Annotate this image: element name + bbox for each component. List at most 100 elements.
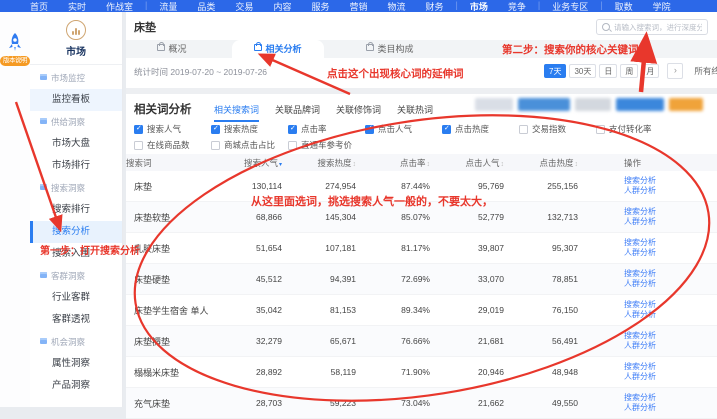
search-analysis-link[interactable]: 搜索分析 — [624, 269, 717, 279]
sort-icon[interactable]: ↕ — [353, 161, 357, 168]
word-type-tab[interactable]: 关联修饰词 — [336, 103, 381, 122]
period-button[interactable]: 7天 — [544, 64, 566, 78]
nav-item[interactable]: 内容 — [263, 0, 301, 12]
sidebar-item[interactable]: 供给洞察 — [30, 111, 122, 133]
nav-item[interactable]: 学院 — [643, 0, 681, 12]
page-tab[interactable]: 类目构成 — [346, 40, 434, 58]
period-button[interactable]: 月 — [641, 64, 659, 78]
column-header[interactable]: 点击热度↕ — [534, 157, 608, 169]
sidebar-item[interactable]: 市场大盘 — [30, 133, 122, 155]
nav-item[interactable]: 取数 — [605, 0, 643, 12]
column-header[interactable]: 操作 — [608, 157, 717, 169]
nav-item[interactable]: 实时 — [58, 0, 96, 12]
search-analysis-link[interactable]: 搜索分析 — [624, 362, 717, 372]
nav-item[interactable]: 首页 — [20, 0, 58, 12]
redacted-button[interactable] — [669, 98, 703, 111]
crowd-analysis-link[interactable]: 人群分析 — [624, 248, 717, 258]
crowd-analysis-link[interactable]: 人群分析 — [624, 341, 717, 351]
search-popularity-value: 32,279 — [238, 336, 312, 346]
sort-icon[interactable]: ↕ — [575, 161, 579, 168]
sidebar-item[interactable]: 市场排行 — [30, 155, 122, 177]
nav-item[interactable]: 交易 — [225, 0, 263, 12]
nav-item[interactable]: 市场 — [460, 0, 498, 12]
sidebar-item[interactable]: 市场监控 — [30, 67, 122, 89]
redacted-button[interactable] — [575, 98, 611, 111]
sidebar-item[interactable]: 行业客群 — [30, 287, 122, 309]
column-header[interactable]: 搜索人气▾ — [238, 157, 312, 169]
rocket-icon[interactable] — [5, 32, 25, 54]
metric-checkbox[interactable]: 点击率 — [288, 123, 365, 135]
search-word[interactable]: 乳胶床垫 — [126, 242, 238, 255]
nav-item[interactable]: 竞争 — [498, 0, 536, 12]
metric-checkbox[interactable]: 搜索人气 — [134, 123, 211, 135]
nav-item[interactable]: 物流 — [377, 0, 415, 12]
metric-checkbox[interactable]: 点击热度 — [442, 123, 519, 135]
period-button[interactable]: 30天 — [569, 64, 596, 78]
search-analysis-link[interactable]: 搜索分析 — [624, 300, 717, 310]
crowd-analysis-link[interactable]: 人群分析 — [624, 217, 717, 227]
sidebar-item[interactable]: 产品洞察 — [30, 375, 122, 397]
nav-item[interactable]: 营销 — [339, 0, 377, 12]
crowd-analysis-link[interactable]: 人群分析 — [624, 186, 717, 196]
metric-checkbox[interactable]: 支付转化率 — [596, 123, 673, 135]
nav-item[interactable]: 服务 — [301, 0, 339, 12]
search-word[interactable]: 榻榻米床垫 — [126, 366, 238, 379]
column-header[interactable]: 搜索热度↕ — [312, 157, 386, 169]
sidebar-item[interactable]: 搜索洞察 — [30, 177, 122, 199]
page-tab[interactable]: 相关分析 — [232, 40, 324, 58]
nav-item[interactable]: 品类 — [187, 0, 225, 12]
search-word[interactable]: 床垫 — [126, 180, 238, 193]
sidebar-item[interactable]: 客群洞察 — [30, 265, 122, 287]
version-badge[interactable]: 版本说明 — [0, 56, 30, 66]
metric-checkbox[interactable]: 在线商品数 — [134, 139, 211, 151]
sidebar-item[interactable]: 客群透视 — [30, 309, 122, 331]
nav-item[interactable]: 财务 — [416, 0, 454, 12]
search-analysis-link[interactable]: 搜索分析 — [624, 176, 717, 186]
search-input[interactable]: 请输入搜索词，进行深度分析 — [596, 19, 708, 35]
word-type-tab[interactable]: 关联品牌词 — [275, 103, 320, 122]
sidebar-item[interactable]: 机会洞察 — [30, 331, 122, 353]
period-button[interactable]: 日 — [599, 64, 617, 78]
search-word[interactable]: 充气床垫 — [126, 397, 238, 410]
word-type-tab[interactable]: 相关搜索词 — [214, 103, 259, 122]
metric-checkbox[interactable]: 点击人气 — [365, 123, 442, 135]
period-button[interactable]: 周 — [620, 64, 638, 78]
sort-icon[interactable]: ↕ — [427, 161, 431, 168]
crowd-analysis-link[interactable]: 人群分析 — [624, 372, 717, 382]
metric-checkbox[interactable]: 商城点击占比 — [211, 139, 288, 151]
sidebar-item[interactable]: 监控看板 — [30, 89, 122, 111]
crowd-analysis-link[interactable]: 人群分析 — [624, 403, 717, 413]
sidebar-item[interactable]: 搜索排行 — [30, 199, 122, 221]
redacted-button[interactable] — [616, 98, 664, 111]
sort-icon[interactable]: ↕ — [501, 161, 505, 168]
nav-item[interactable]: 作战室 — [96, 0, 143, 12]
column-header[interactable]: 点击人气↕ — [460, 157, 534, 169]
sort-icon[interactable]: ▾ — [279, 162, 282, 168]
search-analysis-link[interactable]: 搜索分析 — [624, 238, 717, 248]
sidebar-item[interactable]: 属性洞察 — [30, 353, 122, 375]
search-analysis-link[interactable]: 搜索分析 — [624, 331, 717, 341]
word-type-tab[interactable]: 关联热词 — [397, 103, 433, 122]
search-word[interactable]: 床垫硬垫 — [126, 273, 238, 286]
column-header[interactable]: 搜索词 — [126, 157, 238, 169]
search-analysis-link[interactable]: 搜索分析 — [624, 393, 717, 403]
nav-item[interactable]: 业务专区 — [542, 0, 598, 12]
search-word[interactable]: 床垫学生宿舍 单人 — [126, 304, 238, 317]
crowd-analysis-link[interactable]: 人群分析 — [624, 310, 717, 320]
search-word[interactable]: 床垫软垫 — [126, 211, 238, 224]
search-analysis-link[interactable]: 搜索分析 — [624, 207, 717, 217]
nav-item[interactable]: 流量 — [149, 0, 187, 12]
column-header[interactable]: 点击率↕ — [386, 157, 460, 169]
search-word[interactable]: 床垫褥垫 — [126, 335, 238, 348]
page-tab[interactable]: 概况 — [136, 40, 208, 58]
row-actions: 搜索分析 人群分析 — [608, 300, 717, 321]
sidebar-item[interactable]: 搜索分析 — [30, 221, 122, 243]
redacted-button[interactable] — [518, 98, 570, 111]
crowd-analysis-link[interactable]: 人群分析 — [624, 279, 717, 289]
metric-checkbox[interactable]: 直通车参考价 — [288, 139, 365, 151]
metric-checkbox[interactable]: 交易指数 — [519, 123, 596, 135]
redacted-button[interactable] — [475, 98, 513, 111]
next-page-button[interactable]: › — [667, 63, 683, 79]
terminal-select[interactable]: 所有终端 — [694, 65, 717, 77]
metric-checkbox[interactable]: 搜索热度 — [211, 123, 288, 135]
